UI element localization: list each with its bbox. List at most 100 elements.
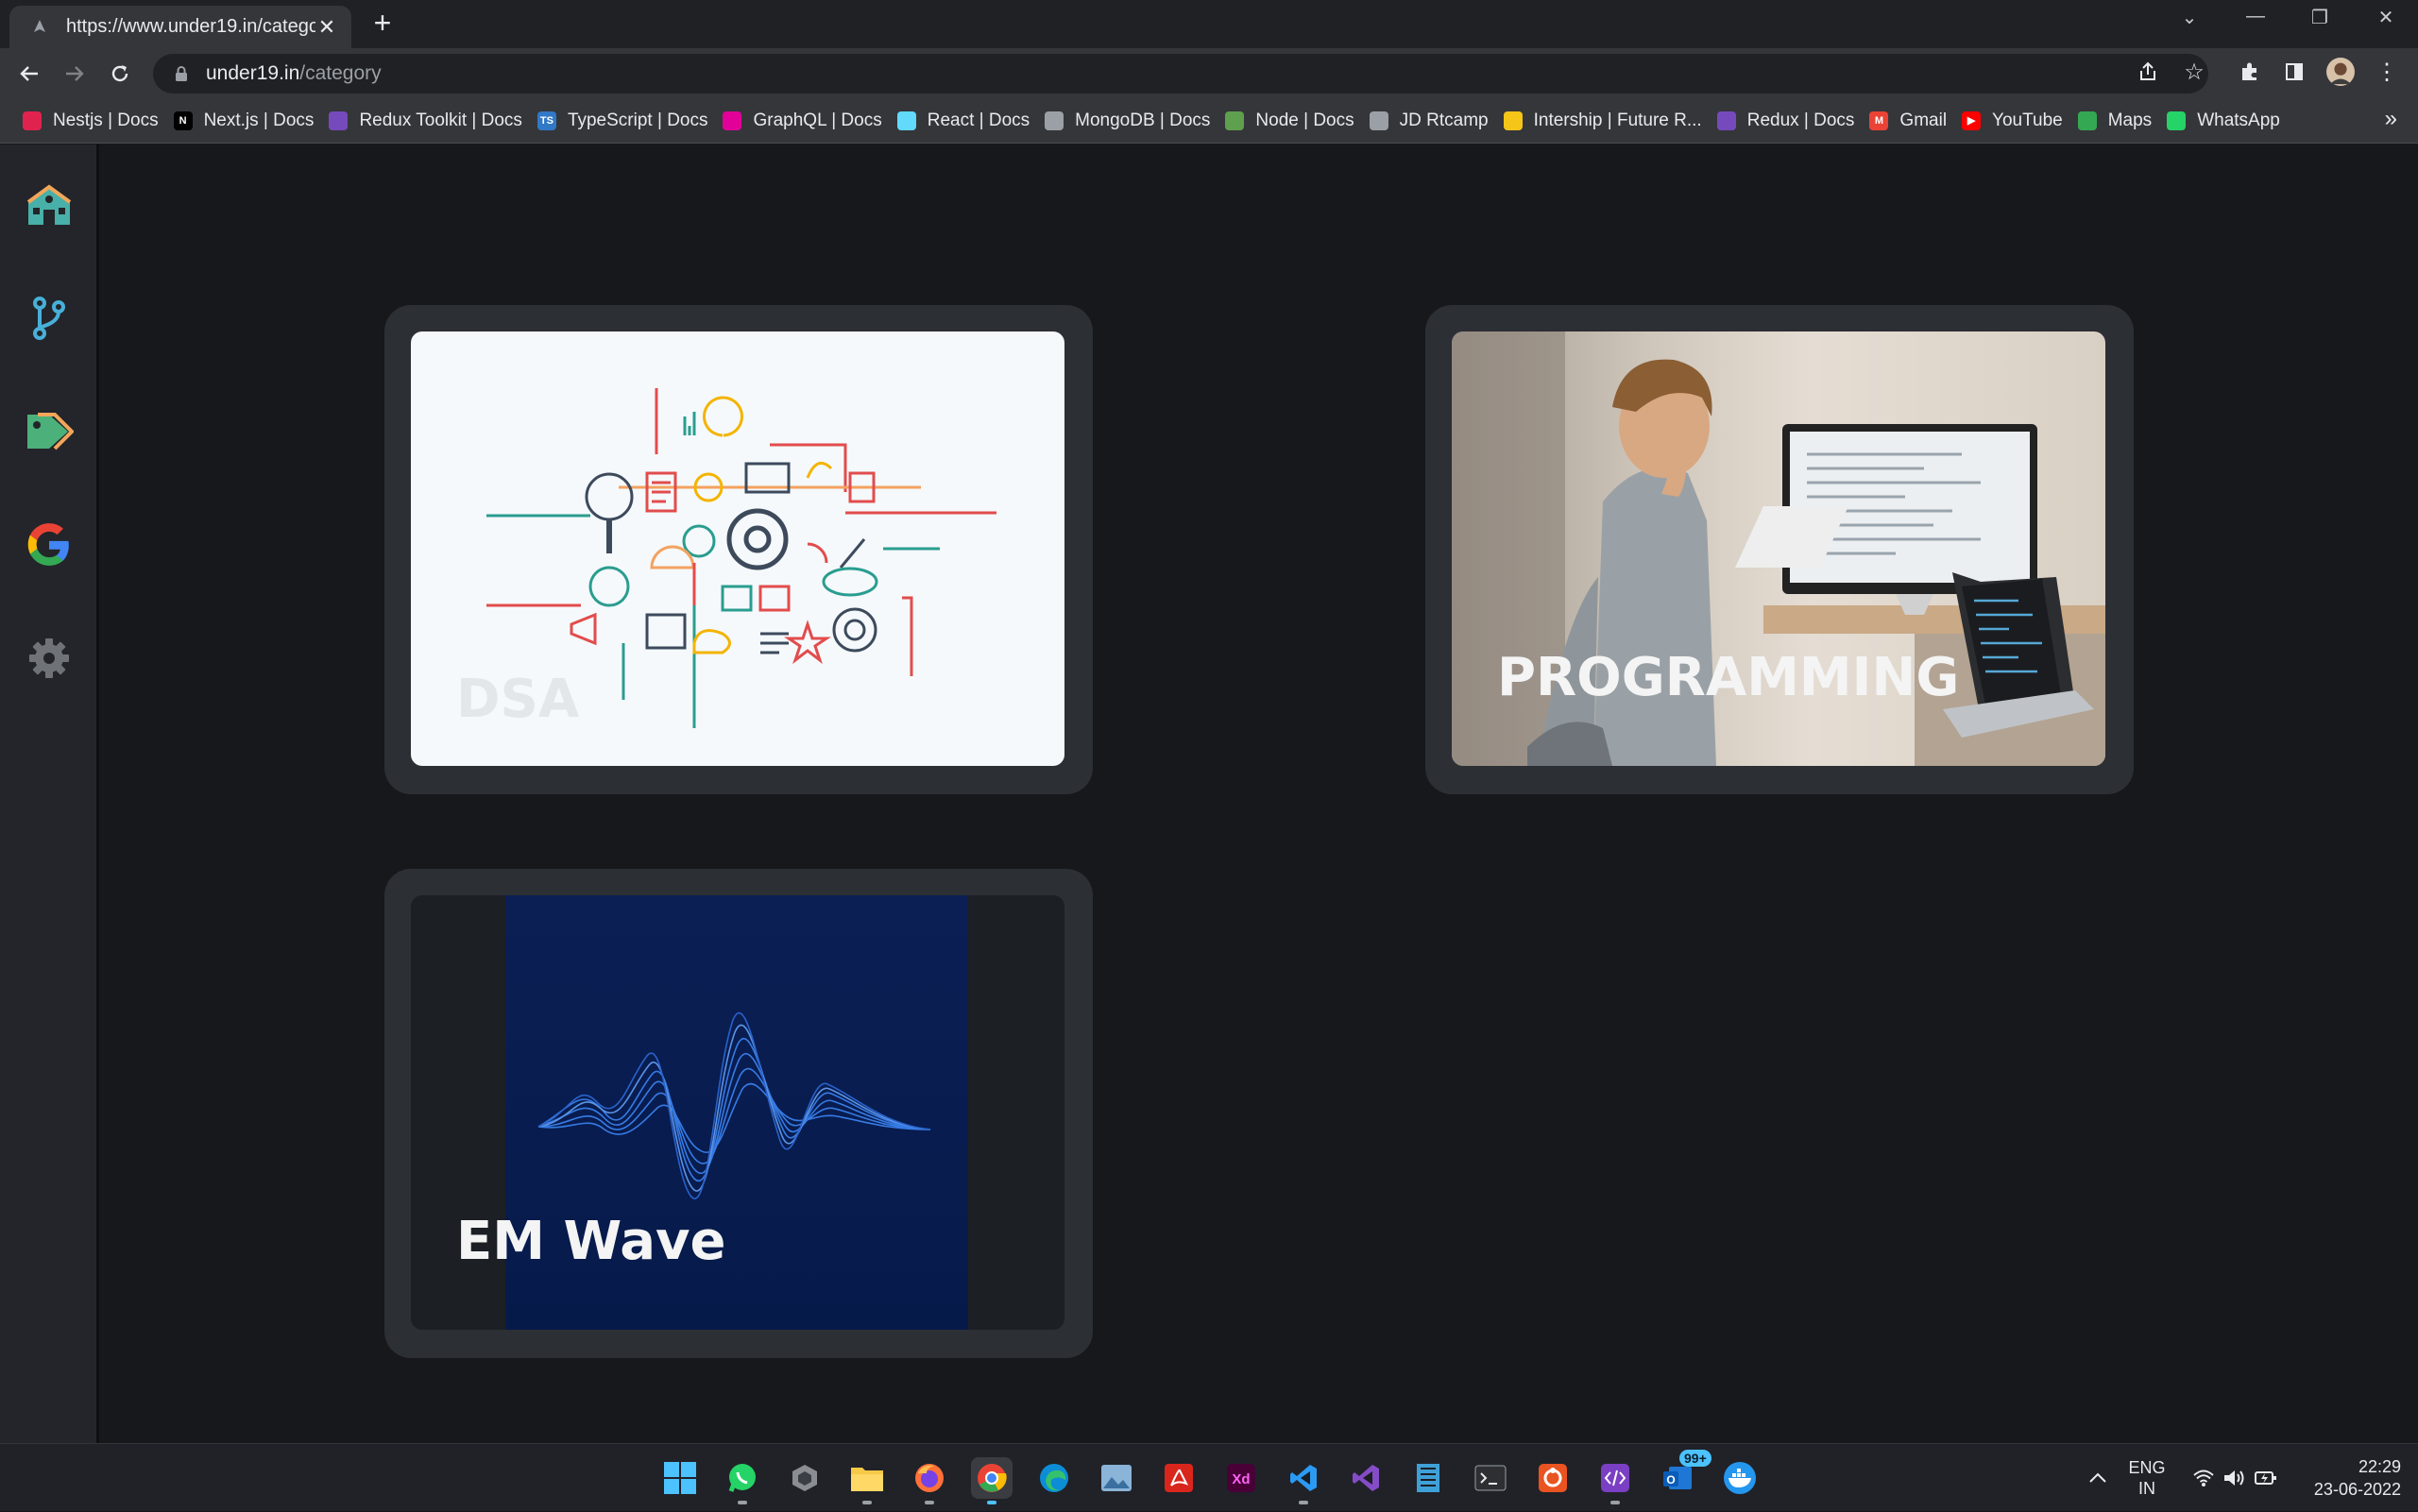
tab-title: https://www.under19.in/category [66, 16, 315, 37]
outlook-icon[interactable]: O 99+ [1657, 1450, 1711, 1499]
bookmark-item[interactable]: WhatsApp [2163, 104, 2291, 138]
firefox-icon[interactable] [909, 1457, 950, 1504]
clock[interactable]: 22:29 23-06-2022 [2297, 1444, 2401, 1512]
whatsapp-app-icon[interactable] [722, 1457, 763, 1504]
url-text: under19.in/category [206, 62, 382, 85]
docker-icon[interactable] [1719, 1457, 1761, 1499]
share-icon[interactable] [2134, 58, 2162, 86]
minimize-icon[interactable]: — [2237, 6, 2274, 34]
browser-tab[interactable]: https://www.under19.in/category ✕ [9, 6, 351, 48]
bookmark-item[interactable]: M Gmail [1865, 104, 1958, 138]
window-close-icon[interactable]: ✕ [2367, 6, 2405, 34]
volume-icon[interactable] [2220, 1444, 2248, 1512]
acrobat-icon[interactable] [1158, 1457, 1200, 1499]
dsa-illustration: DSA [411, 331, 1064, 766]
bookmark-label: YouTube [1992, 110, 2063, 130]
gmail-icon: M [1869, 110, 1889, 130]
nodejs-icon [1225, 110, 1245, 130]
bookmark-label: Nestjs | Docs [53, 110, 159, 130]
bookmark-item[interactable]: Redux Toolkit | Docs [325, 104, 534, 138]
back-arrow-icon[interactable] [15, 59, 43, 88]
bookmark-item[interactable]: MongoDB | Docs [1041, 104, 1221, 138]
bookmark-label: MongoDB | Docs [1075, 110, 1211, 130]
ubuntu-icon[interactable] [1532, 1457, 1574, 1499]
page-content: DSA PROGRAMMING EM Wave [0, 144, 2418, 1443]
visual-studio-icon[interactable] [1345, 1457, 1387, 1499]
devtools-icon[interactable] [1594, 1457, 1636, 1504]
adobe-xd-icon[interactable]: Xd [1220, 1457, 1262, 1499]
home-icon[interactable] [23, 178, 76, 231]
edge-icon[interactable] [1033, 1457, 1075, 1499]
running-indicator [1299, 1501, 1308, 1504]
category-card-dsa[interactable]: DSA [384, 305, 1093, 794]
settings-icon[interactable] [23, 632, 76, 685]
google-icon[interactable] [23, 518, 76, 571]
start-windows-icon[interactable] [659, 1457, 701, 1499]
bookmark-item[interactable]: Node | Docs [1221, 104, 1365, 138]
nextjs-icon: N [173, 110, 193, 130]
bookmark-item[interactable]: Nestjs | Docs [19, 104, 170, 138]
bookmark-label: Next.js | Docs [203, 110, 315, 130]
bookmark-item[interactable]: JD Rtcamp [1366, 104, 1500, 138]
bookmark-star-icon[interactable]: ☆ [2180, 58, 2208, 86]
em-wave-scene: EM Wave [456, 895, 968, 1330]
tab-close-icon[interactable]: ✕ [315, 15, 338, 40]
running-indicator [738, 1501, 747, 1504]
bookmark-item[interactable]: React | Docs [894, 104, 1041, 138]
globe-icon [1045, 110, 1064, 130]
restore-icon[interactable]: ❐ [2301, 6, 2339, 34]
bookmark-item[interactable]: Maps [2074, 104, 2163, 138]
git-branch-icon[interactable] [23, 292, 76, 345]
more-bookmarks-icon[interactable]: » [2385, 106, 2397, 132]
extensions-icon[interactable] [2236, 58, 2264, 86]
category-card-programming[interactable]: PROGRAMMING [1425, 305, 2134, 794]
reload-icon[interactable] [106, 59, 134, 88]
running-indicator [987, 1501, 996, 1504]
bolt-icon [1503, 110, 1523, 130]
battery-icon[interactable] [2252, 1444, 2280, 1512]
tray-chevron-up-icon[interactable] [2084, 1444, 2112, 1512]
bookmark-item[interactable]: Redux | Docs [1713, 104, 1866, 138]
language-indicator[interactable]: ENG IN [2125, 1444, 2169, 1512]
nestjs-icon [23, 110, 42, 130]
wifi-icon[interactable] [2189, 1444, 2218, 1512]
building-app-icon[interactable] [1407, 1457, 1449, 1499]
bookmark-label: Maps [2107, 110, 2153, 130]
tab-strip: https://www.under19.in/category ✕ + ⌄ — … [0, 0, 2418, 48]
youtube-icon: ▶ [1962, 110, 1982, 130]
terminal-icon[interactable] [1470, 1457, 1511, 1499]
vscode-icon[interactable] [1283, 1457, 1324, 1504]
bookmark-item[interactable]: GraphQL | Docs [719, 104, 893, 138]
bookmark-item[interactable]: TS TypeScript | Docs [534, 104, 720, 138]
bookmark-label: Node | Docs [1255, 110, 1354, 130]
svg-text:Xd: Xd [1232, 1471, 1250, 1487]
url-path: /category [299, 62, 382, 84]
bookmark-item[interactable]: N Next.js | Docs [170, 104, 326, 138]
bookmark-label: Redux | Docs [1746, 110, 1855, 130]
unity-app-icon[interactable] [784, 1457, 826, 1499]
forward-arrow-icon[interactable] [60, 59, 89, 88]
tag-icon[interactable] [23, 405, 76, 458]
photos-icon[interactable] [1096, 1457, 1137, 1499]
react-icon [896, 110, 916, 130]
bookmark-label: WhatsApp [2197, 110, 2280, 130]
bookmark-item[interactable]: Intership | Future R... [1500, 104, 1713, 138]
bookmark-item[interactable]: ▶ YouTube [1958, 104, 2074, 138]
tab-search-icon[interactable]: ⌄ [2171, 6, 2208, 34]
address-bar[interactable]: under19.in/category [153, 54, 2208, 93]
side-panel-icon[interactable] [2280, 58, 2308, 86]
category-card-em-wave[interactable]: EM Wave [384, 869, 1093, 1358]
profile-avatar[interactable] [2326, 58, 2355, 86]
redux-icon [329, 110, 349, 130]
file-explorer-icon[interactable] [846, 1457, 888, 1504]
em-wave-graphic: EM Wave [411, 895, 1064, 1330]
lock-icon [176, 66, 187, 81]
running-indicator [925, 1501, 934, 1504]
windows-taskbar: Xd O 99+ ENG IN 22:29 23-06-2022 [0, 1443, 2418, 1511]
site-favicon-icon [30, 18, 49, 37]
new-tab-button[interactable]: + [368, 8, 397, 38]
menu-kebab-icon[interactable]: ⋮ [2373, 58, 2401, 86]
bookmark-label: React | Docs [927, 110, 1030, 130]
chrome-icon[interactable] [971, 1457, 1013, 1504]
lang-primary: ENG [2128, 1458, 2166, 1477]
